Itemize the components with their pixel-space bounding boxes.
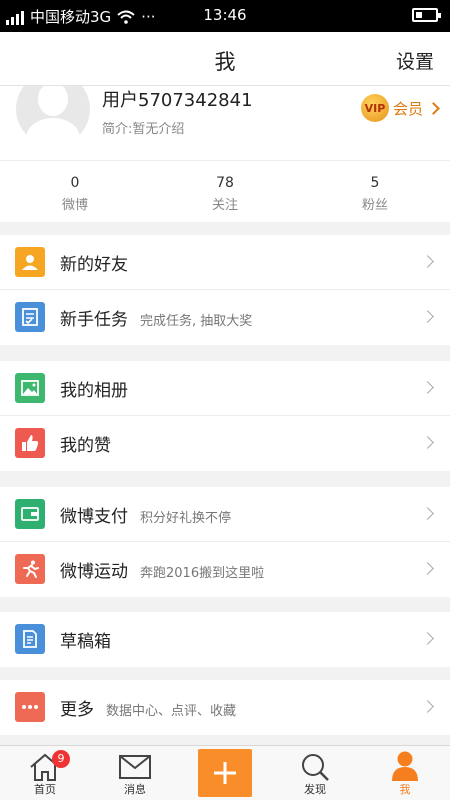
stat-weibo[interactable]: 0 微博 <box>0 161 150 222</box>
settings-button[interactable]: 设置 <box>396 47 434 74</box>
tab-label: 发现 <box>304 783 326 796</box>
stat-following[interactable]: 78 关注 <box>150 161 300 222</box>
vip-member-button[interactable]: VIP 会员 <box>360 94 440 122</box>
chevron-right-icon <box>427 101 440 115</box>
mail-icon <box>119 755 151 779</box>
vip-crown-icon: VIP <box>360 94 389 122</box>
search-icon <box>302 754 329 781</box>
wallet-icon <box>15 499 45 529</box>
stat-label: 微博 <box>61 198 88 213</box>
stat-followers[interactable]: 5 粉丝 <box>300 161 450 222</box>
menu-item-beginner-tasks[interactable]: 新手任务 完成任务, 抽取大奖 <box>0 290 450 345</box>
tab-label: 我 <box>399 783 411 796</box>
new-friends-icon <box>15 247 45 277</box>
drafts-icon <box>15 624 45 654</box>
profile-header[interactable]: 用户5707342841 简介:暂无介绍 VIP 会员 <box>0 86 450 160</box>
menu-item-label: 新的好友 <box>60 255 128 275</box>
status-time: 13:46 <box>203 6 247 24</box>
avatar[interactable] <box>16 86 90 146</box>
menu-item-drafts[interactable]: 草稿箱 <box>0 612 450 667</box>
tab-compose[interactable] <box>180 746 270 800</box>
chevron-right-icon <box>421 255 434 268</box>
menu-group-drafts: 草稿箱 <box>0 612 450 667</box>
menu-group-friends: 新的好友 新手任务 完成任务, 抽取大奖 <box>0 235 450 345</box>
nav-bar: 我 设置 <box>0 32 450 86</box>
menu-item-label: 草稿箱 <box>60 632 111 652</box>
menu-item-more[interactable]: 更多 数据中心、点评、收藏 <box>0 680 450 735</box>
menu-group-album: 我的相册 我的赞 <box>0 361 450 471</box>
album-icon <box>15 373 45 403</box>
username: 用户5707342841 <box>102 90 253 111</box>
tab-me[interactable]: 我 <box>360 746 450 800</box>
menu-item-label: 我的赞 <box>60 436 111 456</box>
menu-item-my-likes[interactable]: 我的赞 <box>0 416 450 471</box>
stat-label: 粉丝 <box>361 198 388 213</box>
tab-label: 首页 <box>34 783 56 796</box>
tab-home[interactable]: 9 首页 <box>0 746 90 800</box>
tab-discover[interactable]: 发现 <box>270 746 360 800</box>
menu-group-more: 更多 数据中心、点评、收藏 <box>0 680 450 735</box>
battery-icon <box>412 8 441 22</box>
chevron-right-icon <box>421 436 434 449</box>
like-icon <box>15 428 45 458</box>
menu-item-label: 更多 数据中心、点评、收藏 <box>60 700 237 720</box>
bio: 简介:暂无介绍 <box>102 122 185 137</box>
menu-group-services: 微博支付 积分好礼换不停 微博运动 奔跑2016搬到这里啦 <box>0 487 450 597</box>
menu-item-new-friends[interactable]: 新的好友 <box>0 235 450 290</box>
stat-number: 78 <box>216 175 234 191</box>
status-bar: 中国移动3G ··· 13:46 <box>0 0 450 32</box>
menu-item-weibo-pay[interactable]: 微博支付 积分好礼换不停 <box>0 487 450 542</box>
tab-messages[interactable]: 消息 <box>90 746 180 800</box>
user-icon <box>392 751 418 781</box>
notification-badge: 9 <box>52 750 70 768</box>
chevron-right-icon <box>421 562 434 575</box>
chevron-right-icon <box>421 700 434 713</box>
chevron-right-icon <box>421 632 434 645</box>
compose-button[interactable] <box>198 749 252 797</box>
chevron-right-icon <box>421 310 434 323</box>
stat-label: 关注 <box>211 198 238 213</box>
plus-icon <box>214 762 236 784</box>
task-icon <box>15 302 45 332</box>
menu-item-weibo-sport[interactable]: 微博运动 奔跑2016搬到这里啦 <box>0 542 450 597</box>
stats-bar: 0 微博 78 关注 5 粉丝 <box>0 160 450 222</box>
more-icon <box>15 692 45 722</box>
menu-item-label: 微博支付 积分好礼换不停 <box>60 507 232 527</box>
chevron-right-icon <box>421 507 434 520</box>
menu-item-my-album[interactable]: 我的相册 <box>0 361 450 416</box>
menu-item-label: 我的相册 <box>60 381 128 401</box>
menu-item-label: 微博运动 奔跑2016搬到这里啦 <box>60 562 265 582</box>
running-icon <box>15 554 45 584</box>
stat-number: 0 <box>70 175 80 191</box>
stat-number: 5 <box>370 175 380 191</box>
tab-bar: 9 首页 消息 发现 我 <box>0 745 450 800</box>
tab-label: 消息 <box>124 783 146 796</box>
menu-item-label: 新手任务 完成任务, 抽取大奖 <box>60 310 253 330</box>
chevron-right-icon <box>421 381 434 394</box>
vip-label: 会员 <box>392 99 423 118</box>
page-title: 我 <box>214 50 236 74</box>
